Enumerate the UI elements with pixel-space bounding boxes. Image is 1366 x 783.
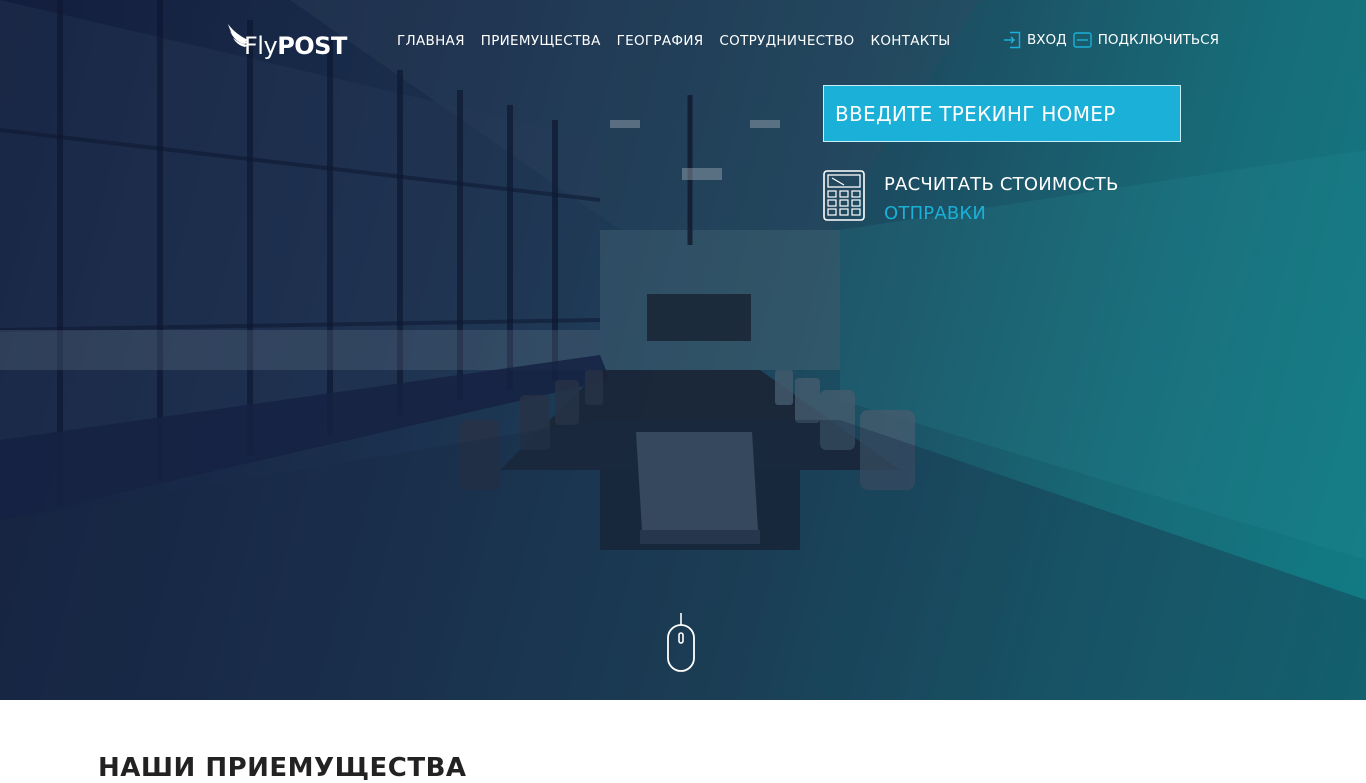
nav-item-cooperation[interactable]: СОТРУДНИЧЕСТВО xyxy=(719,33,854,49)
login-label: ВХОД xyxy=(1027,32,1067,48)
calculate-line2: ОТПРАВКИ xyxy=(884,203,987,224)
nav-item-main[interactable]: ГЛАВНАЯ xyxy=(397,33,465,49)
login-icon xyxy=(1004,31,1021,49)
logo-text: FlyPOST xyxy=(244,32,347,60)
connect-label: ПОДКЛЮЧИТЬСЯ xyxy=(1097,32,1219,48)
calculate-text: РАСЧИТАТЬ СТОИМОСТЬ ОТПРАВКИ xyxy=(884,170,1119,228)
minus-box-icon xyxy=(1072,32,1092,48)
mouse-scroll-icon[interactable] xyxy=(665,613,697,673)
nav-item-contacts[interactable]: КОНТАКТЫ xyxy=(870,33,950,49)
auth-links: ВХОД ПОДКЛЮЧИТЬСЯ xyxy=(1003,31,1219,49)
hero-section: FlyPOST ГЛАВНАЯ ПРИЕМУЩЕСТВА ГЕОГРАФИЯ С… xyxy=(0,0,1366,700)
logo-fly: Fly xyxy=(244,32,278,60)
main-nav: ГЛАВНАЯ ПРИЕМУЩЕСТВА ГЕОГРАФИЯ СОТРУДНИЧ… xyxy=(397,33,950,49)
calculate-line1: РАСЧИТАТЬ СТОИМОСТЬ xyxy=(884,174,1119,195)
login-link[interactable]: ВХОД xyxy=(1003,31,1067,49)
calculate-cost-link[interactable]: РАСЧИТАТЬ СТОИМОСТЬ ОТПРАВКИ xyxy=(823,170,1119,228)
tracking-box xyxy=(823,85,1181,142)
tracking-number-input[interactable] xyxy=(835,86,1180,141)
nav-item-geography[interactable]: ГЕОГРАФИЯ xyxy=(617,33,704,49)
calculator-icon xyxy=(823,170,865,221)
advantages-title: НАШИ ПРИЕМУЩЕСТВА xyxy=(98,753,467,783)
logo-post: POST xyxy=(277,32,347,60)
connect-link[interactable]: ПОДКЛЮЧИТЬСЯ xyxy=(1072,32,1219,48)
nav-item-advantages[interactable]: ПРИЕМУЩЕСТВА xyxy=(481,33,601,49)
